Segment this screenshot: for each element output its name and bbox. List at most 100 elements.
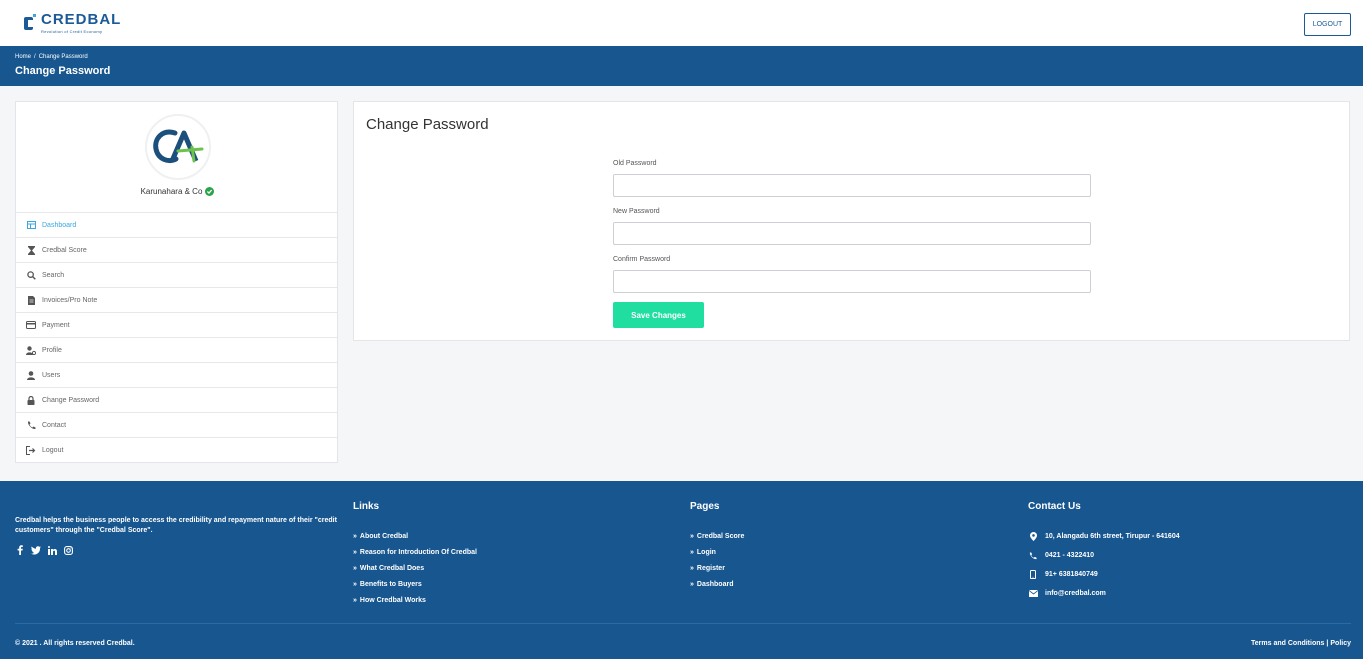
contact-mobile[interactable]: 91+ 6381840749 [1028,565,1180,584]
company-name: Karunahara & Co [140,187,203,196]
sidebar-item-contact[interactable]: Contact [16,412,337,437]
change-password-panel: Change Password Old Password New Passwor… [353,101,1350,341]
sidebar-item-label: Logout [42,446,64,454]
sidebar-item-label: Profile [42,346,62,354]
old-password-label: Old Password [613,160,657,167]
social-links [15,545,73,555]
footer-page-link[interactable]: » Login [690,544,744,560]
copyright: © 2021 . All rights reserved Credbal. [15,640,135,647]
logo-mark-icon [24,12,38,32]
footer-links-title: Links [353,501,380,512]
breadcrumb-separator: / [34,54,36,60]
logo-tagline: Revolution of Credit Economy [41,29,103,34]
contact-email[interactable]: info@credbal.com [1028,584,1180,603]
footer-contact-title: Contact Us [1028,501,1081,512]
contact-email-text: info@credbal.com [1045,590,1106,597]
sidebar-item-profile[interactable]: Profile [16,337,337,362]
company-avatar [145,114,211,180]
instagram-icon[interactable] [63,545,73,555]
twitter-icon[interactable] [31,545,41,555]
footer-link-label: Benefits to Buyers [359,580,422,588]
footer-about-text: Credbal helps the business people to acc… [15,517,337,534]
lock-icon [26,395,36,405]
phone-icon [26,420,36,430]
top-header: CREDBAL Revolution of Credit Economy LOG… [0,0,1363,46]
save-changes-button[interactable]: Save Changes [613,302,704,328]
linkedin-icon[interactable] [47,545,57,555]
sidebar-item-change-password[interactable]: Change Password [16,387,337,412]
footer-page-link[interactable]: » Credbal Score [690,528,744,544]
footer-link[interactable]: » What Credbal Does [353,560,477,576]
double-chevron-right-icon: » [353,548,357,556]
footer-link-label: About Credbal [359,532,409,540]
credbal-logo[interactable]: CREDBAL Revolution of Credit Economy [24,12,121,38]
sidebar-item-label: Credbal Score [42,246,87,254]
footer-link[interactable]: » How Credbal Works [353,592,477,608]
sidebar-item-payment[interactable]: Payment [16,312,337,337]
verified-check-icon [205,187,215,196]
legal-links: Terms and Conditions | Policy [1251,640,1351,647]
sidebar-item-label: Change Password [42,396,100,404]
page-title: Change Password [15,65,111,77]
sidebar-item-invoices[interactable]: Invoices/Pro Note [16,287,337,312]
breadcrumb: Home / Change Password [15,54,88,60]
terms-link[interactable]: Terms and Conditions [1251,640,1324,647]
user-gear-icon [26,345,36,355]
double-chevron-right-icon: » [690,580,694,588]
double-chevron-right-icon: » [690,532,694,540]
credit-card-icon [26,320,36,330]
sidebar-item-dashboard[interactable]: Dashboard [16,212,337,237]
contact-address-text: 10, Alangadu 6th street, Tirupur - 64160… [1045,533,1180,540]
hourglass-icon [26,245,36,255]
double-chevron-right-icon: » [353,596,357,604]
logo-text: CREDBAL Revolution of Credit Economy [41,11,122,35]
sign-out-icon [26,445,36,455]
document-icon [26,295,36,305]
policy-link[interactable]: Policy [1330,640,1351,647]
logo-name: CREDBAL [41,11,122,28]
phone-icon [1028,551,1038,560]
contact-phone[interactable]: 0421 - 4322410 [1028,546,1180,565]
sidebar-item-search[interactable]: Search [16,262,337,287]
breadcrumb-home-link[interactable]: Home [15,54,31,60]
footer-page-label: Credbal Score [696,532,745,540]
facebook-icon[interactable] [15,545,25,555]
user-icon [26,370,36,380]
contact-phone-text: 0421 - 4322410 [1045,552,1095,559]
footer-page-label: Register [696,564,725,572]
confirm-password-label: Confirm Password [613,256,671,263]
old-password-input[interactable] [613,174,1091,197]
confirm-password-input[interactable] [613,270,1091,293]
logout-button[interactable]: LOGOUT [1304,13,1351,36]
footer-page-link[interactable]: » Dashboard [690,576,744,592]
ca-logo-icon [153,129,204,164]
sidebar-item-logout[interactable]: Logout [16,437,337,462]
footer-links-list: » About Credbal » Reason for Introduction … [353,528,477,608]
sidebar-item-credbal-score[interactable]: Credbal Score [16,237,337,262]
footer-page-link[interactable]: » Register [690,560,744,576]
new-password-input[interactable] [613,222,1091,245]
new-password-label: New Password [613,208,660,215]
sidebar-menu: Dashboard Credbal Score Search Invoices/… [16,212,337,462]
panel-title: Change Password [366,116,489,133]
double-chevron-right-icon: » [690,548,694,556]
footer-pages-title: Pages [690,501,720,512]
footer-page-label: Login [696,548,716,556]
company-name-row: Karunahara & Co [16,187,339,196]
sidebar-item-label: Invoices/Pro Note [42,296,98,304]
double-chevron-right-icon: » [353,564,357,572]
page-title-band: Home / Change Password Change Password [0,46,1363,86]
sidebar-item-users[interactable]: Users [16,362,337,387]
sidebar-item-label: Dashboard [42,221,77,229]
legal-separator: | [1326,640,1329,647]
dashboard-icon [26,220,36,230]
footer-link[interactable]: » Benefits to Buyers [353,576,477,592]
sidebar-item-label: Users [42,371,61,379]
footer-link[interactable]: » About Credbal [353,528,477,544]
sidebar-item-label: Search [42,271,65,279]
footer-link[interactable]: » Reason for Introduction Of Credbal [353,544,477,560]
footer-page-label: Dashboard [696,580,734,588]
footer-pages-list: » Credbal Score » Login » Register » Dashboa… [690,528,744,592]
footer-link-label: What Credbal Does [359,564,425,572]
footer-contact-list: 10, Alangadu 6th street, Tirupur - 64160… [1028,527,1180,603]
